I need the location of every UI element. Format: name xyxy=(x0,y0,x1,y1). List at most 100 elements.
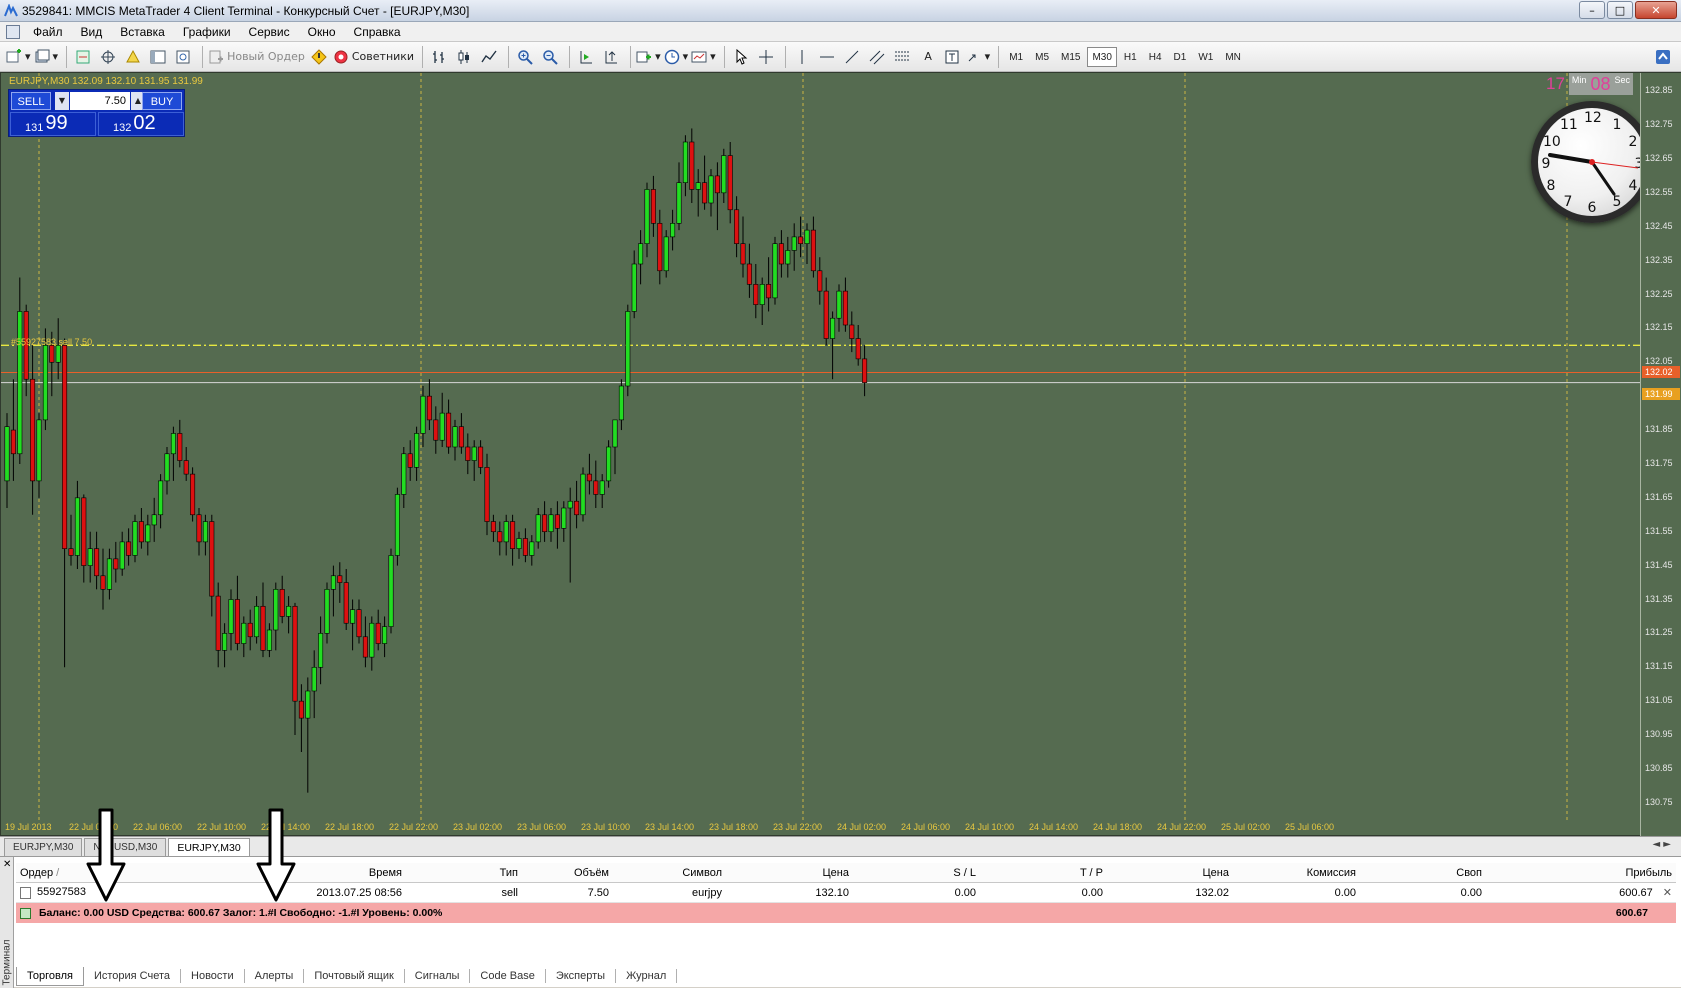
menu-help[interactable]: Справка xyxy=(345,22,410,42)
col-volume[interactable]: Объём xyxy=(522,867,613,879)
timeframe-h4[interactable]: H4 xyxy=(1144,47,1167,67)
arrows-button[interactable]: ▾ xyxy=(966,46,990,68)
close-button[interactable]: ✕ xyxy=(1635,1,1677,19)
col-tp[interactable]: T / P xyxy=(980,867,1107,879)
experts-button[interactable]: Советники xyxy=(333,46,414,68)
volume-input[interactable]: 7.50 xyxy=(70,92,130,110)
candle-body xyxy=(177,433,183,461)
zoom-in-button[interactable] xyxy=(514,46,536,68)
tester-button[interactable] xyxy=(172,46,194,68)
cursor-button[interactable] xyxy=(730,46,752,68)
timeframe-m1[interactable]: M1 xyxy=(1004,47,1028,67)
chart-window-icon[interactable] xyxy=(6,24,20,39)
candle-body xyxy=(266,629,272,651)
tab-journal[interactable]: Журнал xyxy=(616,969,678,983)
col-price[interactable]: Цена xyxy=(726,867,853,879)
timeframe-w1[interactable]: W1 xyxy=(1193,47,1218,67)
line-chart-button[interactable] xyxy=(478,46,500,68)
clock-hands xyxy=(1548,153,1639,196)
terminal-close-button[interactable]: ✕ xyxy=(3,859,11,870)
timeframe-mn[interactable]: MN xyxy=(1220,47,1246,67)
timeframe-m5[interactable]: M5 xyxy=(1030,47,1054,67)
text-label-button[interactable] xyxy=(941,46,963,68)
col-current-price[interactable]: Цена xyxy=(1107,867,1233,879)
candlestick-button[interactable] xyxy=(453,46,475,68)
tab-news[interactable]: Новости xyxy=(181,969,245,983)
menu-insert[interactable]: Вставка xyxy=(111,22,174,42)
price-tick-label: 130.75 xyxy=(1645,796,1673,807)
horizontal-line-button[interactable] xyxy=(816,46,838,68)
indicators-button[interactable]: ▾ xyxy=(636,46,661,68)
chart-window[interactable]: EURJPY,M30 132.09 132.10 131.95 131.99 S… xyxy=(0,72,1681,837)
metaeditor-button[interactable] xyxy=(308,46,330,68)
data-window-button[interactable] xyxy=(97,46,119,68)
candlestick-chart[interactable] xyxy=(1,73,1640,837)
col-sl[interactable]: S / L xyxy=(853,867,980,879)
candle-body xyxy=(286,605,292,617)
col-swap[interactable]: Своп xyxy=(1360,867,1486,879)
timeframe-d1[interactable]: D1 xyxy=(1169,47,1192,67)
close-order-icon[interactable]: ✕ xyxy=(1663,887,1672,899)
terminal-tabs: Торговля История Счета Новости Алерты По… xyxy=(16,966,678,986)
tab-code-base[interactable]: Code Base xyxy=(470,969,546,983)
time-tick-label: 24 Jul 02:00 xyxy=(837,822,887,832)
new-order-button[interactable]: Новый Ордер xyxy=(208,46,305,68)
chart-shift-button[interactable] xyxy=(600,46,622,68)
menu-window[interactable]: Окно xyxy=(299,22,345,42)
time-tick-label: 24 Jul 10:00 xyxy=(965,822,1015,832)
sell-button[interactable]: SELL xyxy=(11,92,51,110)
bid-price[interactable]: 131 99 xyxy=(10,112,96,136)
chart-tab-scroll-arrows[interactable]: ◄ ► xyxy=(1652,839,1671,850)
bar-chart-button[interactable] xyxy=(428,46,450,68)
tab-mailbox[interactable]: Почтовый ящик xyxy=(304,969,405,983)
timeframe-m15[interactable]: M15 xyxy=(1056,47,1085,67)
volume-decrease-button[interactable]: ▼ xyxy=(55,92,69,110)
templates-button[interactable]: ▾ xyxy=(691,46,716,68)
profiles-button[interactable]: ▾ xyxy=(34,46,58,68)
candle-body xyxy=(420,395,426,434)
maximize-button[interactable]: □ xyxy=(1607,1,1633,19)
fibonacci-button[interactable] xyxy=(891,46,913,68)
market-watch-button[interactable] xyxy=(72,46,94,68)
new-chart-button[interactable]: ▾ xyxy=(6,46,31,68)
price-tick-label: 132.05 xyxy=(1645,356,1673,367)
bar-countdown: 17 Min 08 Sec xyxy=(1546,73,1633,95)
price-tick-label: 131.05 xyxy=(1645,695,1673,706)
menu-file[interactable]: Файл xyxy=(24,22,72,42)
tab-signals[interactable]: Сигналы xyxy=(405,969,471,983)
menu-view[interactable]: Вид xyxy=(72,22,112,42)
candle-body xyxy=(503,521,509,543)
minimize-button[interactable]: – xyxy=(1579,1,1605,19)
navigator-button[interactable] xyxy=(122,46,144,68)
profiles-icon xyxy=(35,49,50,62)
text-button[interactable]: A xyxy=(916,46,938,68)
tab-alerts[interactable]: Алерты xyxy=(245,969,305,983)
timeframe-h1[interactable]: H1 xyxy=(1119,47,1142,67)
vertical-line-button[interactable] xyxy=(791,46,813,68)
autoscroll-button[interactable] xyxy=(575,46,597,68)
col-profit[interactable]: Прибыль xyxy=(1486,867,1676,879)
ask-price[interactable]: 132 02 xyxy=(98,112,184,136)
timeframe-m30[interactable]: M30 xyxy=(1087,46,1117,67)
price-tick-label: 132.85 xyxy=(1645,85,1673,96)
periods-button[interactable]: ▾ xyxy=(664,46,688,68)
chart-tab-eurjpy-1[interactable]: EURJPY,M30 xyxy=(4,838,83,856)
col-symbol[interactable]: Символ xyxy=(613,867,726,879)
crosshair-button[interactable] xyxy=(755,46,777,68)
col-commission[interactable]: Комиссия xyxy=(1233,867,1360,879)
menu-tools[interactable]: Сервис xyxy=(240,22,299,42)
terminal-button[interactable] xyxy=(147,46,169,68)
buy-button[interactable]: BUY xyxy=(142,92,182,110)
col-type[interactable]: Тип xyxy=(406,867,522,879)
menu-charts[interactable]: Графики xyxy=(174,22,240,42)
chart-tab-eurjpy-active[interactable]: EURJPY,M30 xyxy=(168,838,250,856)
tab-experts[interactable]: Эксперты xyxy=(546,969,617,983)
candle-body xyxy=(663,236,669,272)
trendline-button[interactable] xyxy=(841,46,863,68)
equidistant-channel-button[interactable] xyxy=(866,46,888,68)
help-button[interactable] xyxy=(1652,46,1674,68)
price-scale[interactable]: 132.85 132.75 132.65 132.55 132.45 132.35 132.… xyxy=(1640,73,1681,837)
zoom-out-button[interactable] xyxy=(539,46,561,68)
tab-trade[interactable]: Торговля xyxy=(16,966,84,986)
tab-account-history[interactable]: История Счета xyxy=(84,969,182,983)
